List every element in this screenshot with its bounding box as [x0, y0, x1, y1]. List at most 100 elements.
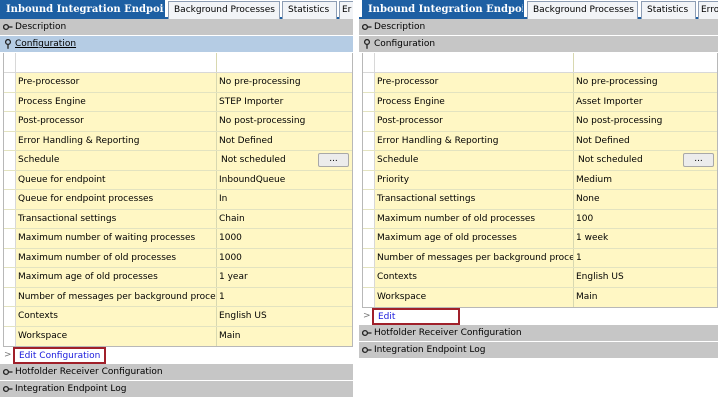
section-description[interactable]: Description	[0, 19, 353, 36]
row-label: Maximum number of old processes	[375, 209, 574, 228]
key-icon	[362, 329, 372, 337]
tab-error[interactable]: Er	[339, 1, 353, 19]
row-value[interactable]: Medium	[574, 170, 717, 189]
row-value[interactable]: No post-processing	[217, 112, 352, 131]
row-value[interactable]: English US	[574, 268, 717, 287]
table-row[interactable]: Maximum number of old processes 100	[363, 209, 717, 229]
row-value[interactable]: 1 week	[574, 229, 717, 248]
table-row[interactable]: Maximum age of old processes 1 week	[363, 229, 717, 249]
row-value[interactable]: Not scheduled...	[217, 151, 352, 170]
section-hotfolder-receiver-configuration[interactable]: Hotfolder Receiver Configuration	[359, 325, 718, 342]
tab-bar: Inbound Integration Endpoint Background …	[359, 0, 718, 19]
row-value[interactable]: No pre-processing	[574, 73, 717, 92]
row-value[interactable]: English US	[217, 307, 352, 326]
right-panel: Inbound Integration Endpoint Background …	[359, 0, 718, 399]
key-icon	[362, 23, 372, 31]
row-value[interactable]: 100	[574, 209, 717, 228]
chevron-right-icon: >	[363, 311, 371, 321]
row-value[interactable]: Main	[574, 287, 717, 307]
row-value[interactable]: Asset Importer	[574, 92, 717, 111]
tab-inbound-integration-endpoint[interactable]: Inbound Integration Endpoint	[362, 0, 524, 19]
section-label: Integration Endpoint Log	[374, 345, 486, 355]
table-row[interactable]: Priority Medium	[363, 170, 717, 190]
tab-inbound-integration-endpoint[interactable]: Inbound Integration Endpoint	[0, 0, 165, 19]
table-row[interactable]: Workspace Main	[363, 287, 717, 307]
row-label: Maximum number of waiting processes	[16, 229, 217, 248]
table-row[interactable]: Contexts English US	[4, 307, 352, 327]
tab-error[interactable]: Erro	[698, 1, 718, 19]
section-configuration[interactable]: Configuration	[0, 36, 353, 53]
row-label: Workspace	[375, 287, 574, 307]
table-row[interactable]: Error Handling & Reporting Not Defined	[363, 131, 717, 151]
row-label: Schedule	[16, 151, 217, 170]
row-value[interactable]: 1	[574, 248, 717, 267]
row-label: Post-processor	[375, 112, 574, 131]
row-value[interactable]: 1	[217, 287, 352, 306]
row-value[interactable]: InboundQueue	[217, 170, 352, 189]
table-row[interactable]: Transactional settings None	[363, 190, 717, 210]
section-label: Configuration	[374, 39, 436, 49]
table-row[interactable]: Contexts English US	[363, 268, 717, 288]
table-row[interactable]: Process Engine Asset Importer	[363, 92, 717, 112]
row-value[interactable]: 1 year	[217, 268, 352, 287]
section-description[interactable]: Description	[359, 19, 718, 36]
row-label: Pre-processor	[375, 73, 574, 92]
section-label: Description	[374, 22, 426, 32]
row-value[interactable]: None	[574, 190, 717, 209]
table-row[interactable]: Maximum number of waiting processes 1000	[4, 229, 352, 249]
schedule-edit-button[interactable]: ...	[318, 153, 349, 167]
row-value[interactable]: Main	[217, 326, 352, 346]
row-label: Maximum number of old processes	[16, 248, 217, 267]
table-row[interactable]: Number of messages per background proces…	[363, 248, 717, 268]
row-value[interactable]: STEP Importer	[217, 92, 352, 111]
table-row[interactable]: Pre-processor No pre-processing	[363, 73, 717, 93]
row-value[interactable]: 1000	[217, 229, 352, 248]
section-hotfolder-receiver-configuration[interactable]: Hotfolder Receiver Configuration	[0, 364, 353, 381]
table-row[interactable]: Maximum age of old processes 1 year	[4, 268, 352, 288]
section-integration-endpoint-log[interactable]: Integration Endpoint Log	[0, 381, 353, 398]
table-row[interactable]: Pre-processor No pre-processing	[4, 73, 352, 93]
row-label: Contexts	[16, 307, 217, 326]
section-label: Hotfolder Receiver Configuration	[374, 328, 522, 338]
row-label: Process Engine	[375, 92, 574, 111]
table-row[interactable]: Workspace Main	[4, 326, 352, 346]
row-label: Process Engine	[16, 92, 217, 111]
table-row[interactable]: Schedule Not scheduled...	[4, 151, 352, 171]
key-icon	[3, 23, 13, 31]
row-value[interactable]: In	[217, 190, 352, 209]
tab-statistics[interactable]: Statistics	[641, 1, 696, 19]
table-row[interactable]: Post-processor No post-processing	[4, 112, 352, 132]
table-row[interactable]: Maximum number of old processes 1000	[4, 248, 352, 268]
row-label: Number of messages per background proces…	[375, 248, 574, 267]
table-row[interactable]: Post-processor No post-processing	[363, 112, 717, 132]
edit-configuration-link[interactable]: Edit Configuration	[13, 347, 107, 364]
table-row[interactable]: Process Engine STEP Importer	[4, 92, 352, 112]
table-row[interactable]: Number of messages per background proces…	[4, 287, 352, 307]
row-label: Transactional settings	[16, 209, 217, 228]
pin-icon	[363, 39, 371, 49]
section-integration-endpoint-log[interactable]: Integration Endpoint Log	[359, 342, 718, 359]
row-value[interactable]: Not Defined	[574, 131, 717, 150]
tab-background-processes[interactable]: Background Processes	[527, 1, 638, 19]
table-row[interactable]: Queue for endpoint processes In	[4, 190, 352, 210]
row-value[interactable]: No post-processing	[574, 112, 717, 131]
schedule-edit-button[interactable]: ...	[683, 153, 714, 167]
row-label: Transactional settings	[375, 190, 574, 209]
edit-configuration-link[interactable]: Edit Configuration	[372, 308, 460, 336]
row-label: Error Handling & Reporting	[375, 131, 574, 150]
row-value[interactable]: Chain	[217, 209, 352, 228]
section-configuration[interactable]: Configuration	[359, 36, 718, 53]
row-value[interactable]: No pre-processing	[217, 73, 352, 92]
tab-statistics[interactable]: Statistics	[282, 1, 337, 19]
table-row[interactable]: Queue for endpoint InboundQueue	[4, 170, 352, 190]
table-row[interactable]: Schedule Not scheduled...	[363, 151, 717, 171]
row-value[interactable]: Not Defined	[217, 131, 352, 150]
row-value[interactable]: Not scheduled...	[574, 151, 717, 170]
row-label: Maximum age of old processes	[16, 268, 217, 287]
chevron-right-icon: >	[4, 350, 12, 360]
tab-background-processes[interactable]: Background Processes	[168, 1, 280, 19]
row-label: Error Handling & Reporting	[16, 131, 217, 150]
table-row[interactable]: Transactional settings Chain	[4, 209, 352, 229]
row-value[interactable]: 1000	[217, 248, 352, 267]
table-row[interactable]: Error Handling & Reporting Not Defined	[4, 131, 352, 151]
